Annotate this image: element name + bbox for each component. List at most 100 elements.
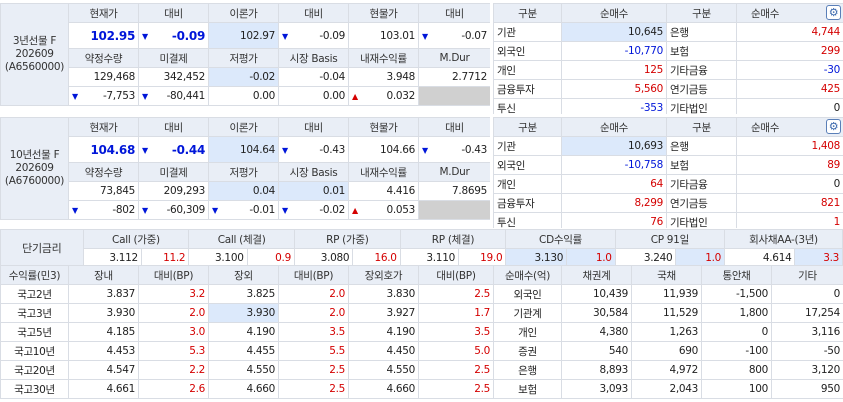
investor-net: 1,408 bbox=[736, 136, 843, 156]
col-header: 구분 bbox=[666, 117, 737, 137]
table-row: 국고2년 3.837 3.2 3.825 2.0 3.830 2.5 bbox=[0, 284, 493, 304]
modified-duration: 7.8695 bbox=[418, 181, 490, 201]
empty-cell bbox=[418, 86, 490, 106]
rate-change: 3.3 bbox=[794, 248, 843, 265]
yield-value: 3.930 bbox=[68, 303, 139, 323]
basis-change: ▼ -0.02 bbox=[278, 200, 349, 220]
spot-price: 104.66 bbox=[348, 136, 419, 163]
investor-net: 89 bbox=[736, 155, 843, 175]
col-header: 대비 bbox=[418, 3, 490, 23]
implied-yield: 4.416 bbox=[348, 181, 419, 201]
triangle-down-icon: ▼ bbox=[212, 206, 218, 215]
yield-change: 3.0 bbox=[138, 322, 209, 342]
investor-type: 기타금융 bbox=[666, 174, 737, 194]
col-header: 순매수 bbox=[561, 3, 667, 23]
col-header: 미결제 bbox=[138, 48, 209, 68]
investor-net: 76 bbox=[561, 212, 667, 228]
table-row: 국고3년 3.930 2.0 3.930 2.0 3.927 1.7 bbox=[0, 303, 493, 323]
col-header: 기타 bbox=[771, 265, 843, 285]
triangle-down-icon: ▼ bbox=[422, 145, 428, 155]
short-rates-label: 단기금리 bbox=[0, 229, 84, 265]
yield-value: 3.837 bbox=[68, 284, 139, 304]
investor-net: 299 bbox=[736, 41, 843, 61]
rate-value: 3.110 bbox=[399, 248, 459, 265]
col-header: 미결제 bbox=[138, 162, 209, 182]
futures-panel-10y: 10년선물 F 202609 (A6760000) 현재가 대비 이론가 대비 … bbox=[0, 117, 490, 228]
investor-net: 4,744 bbox=[736, 22, 843, 42]
open-interest-change: ▼ -60,309 bbox=[138, 200, 209, 220]
triangle-down-icon: ▼ bbox=[142, 92, 148, 101]
col-header: 현물가 bbox=[348, 117, 419, 137]
yield-change: 5.0 bbox=[418, 341, 493, 361]
col-header: 내재수익률 bbox=[348, 162, 419, 182]
col-header: 회사채AA-(3년) bbox=[724, 229, 843, 249]
col-header: 내재수익률 bbox=[348, 48, 419, 68]
col-header: 수익률(민3) bbox=[0, 265, 69, 285]
investor-type: 보험 bbox=[666, 155, 737, 175]
col-header: 현재가 bbox=[68, 3, 139, 23]
col-header: 약정수량 bbox=[68, 48, 139, 68]
net-value: 100 bbox=[701, 379, 772, 399]
triangle-down-icon: ▼ bbox=[282, 145, 288, 155]
yield-value: 4.190 bbox=[208, 322, 279, 342]
table-row: 국고10년 4.453 5.3 4.455 5.5 4.450 5.0 bbox=[0, 341, 493, 361]
investor-type: 기타금융 bbox=[666, 60, 737, 80]
net-value: 17,254 bbox=[771, 303, 843, 323]
investor-type: 기타법인 bbox=[666, 212, 737, 228]
investor-net: 8,299 bbox=[561, 193, 667, 213]
bond-name: 국고5년 bbox=[0, 322, 69, 342]
yield-value: 4.661 bbox=[68, 379, 139, 399]
volume: 73,845 bbox=[68, 181, 139, 201]
col-header: 대비 bbox=[418, 117, 490, 137]
col-header: 저평가 bbox=[208, 162, 279, 182]
net-value: 800 bbox=[701, 360, 772, 380]
col-header: 대비(BP) bbox=[418, 265, 493, 285]
net-value: 3,120 bbox=[771, 360, 843, 380]
futures-label: 10년선물 F 202609 (A6760000) bbox=[0, 117, 69, 220]
investor-net: 1 bbox=[736, 212, 843, 228]
col-header: CP 91일 bbox=[614, 229, 726, 249]
yield-change: 2.2 bbox=[138, 360, 209, 380]
open-interest: 342,452 bbox=[138, 67, 209, 87]
volume-change: ▼ -802 bbox=[68, 200, 139, 220]
yield-change: 3.2 bbox=[138, 284, 209, 304]
col-header: 구분 bbox=[493, 3, 562, 23]
bond-name: 국고30년 bbox=[0, 379, 69, 399]
bond-name: 국고20년 bbox=[0, 360, 69, 380]
col-header: 저평가 bbox=[208, 48, 279, 68]
current-change: ▼ -0.44 bbox=[138, 136, 209, 163]
rate-change: 0.9 bbox=[246, 248, 295, 265]
gear-icon[interactable]: ⚙ bbox=[826, 119, 841, 134]
net-value: 1,263 bbox=[631, 322, 702, 342]
investor-net: -10,770 bbox=[561, 41, 667, 61]
theoretical-change: ▼ -0.09 bbox=[278, 22, 349, 49]
col-header: Call (가중) bbox=[82, 229, 190, 249]
col-header: 현물가 bbox=[348, 3, 419, 23]
investor-type: 외국인 bbox=[493, 284, 562, 304]
investor-type: 투신 bbox=[493, 98, 562, 114]
gear-icon[interactable]: ⚙ bbox=[826, 5, 841, 20]
triangle-down-icon: ▼ bbox=[142, 206, 148, 215]
theoretical-price: 104.64 bbox=[208, 136, 279, 163]
rate-value: 3.240 bbox=[614, 248, 677, 265]
rate-value: 3.130 bbox=[505, 248, 568, 265]
investor-type: 은행 bbox=[493, 360, 562, 380]
yield-value: 4.450 bbox=[348, 341, 419, 361]
bond-name: 국고3년 bbox=[0, 303, 69, 323]
rate-change: 19.0 bbox=[457, 248, 507, 265]
empty-cell bbox=[418, 200, 490, 220]
yield-value: 4.185 bbox=[68, 322, 139, 342]
implied-yield-change: ▲ 0.053 bbox=[348, 200, 419, 220]
rate-value: 4.614 bbox=[723, 248, 796, 265]
spot-change: ▼ -0.07 bbox=[418, 22, 490, 49]
undervalued: -0.02 bbox=[208, 67, 279, 87]
investor-type: 개인 bbox=[493, 174, 562, 194]
investor-type: 기타법인 bbox=[666, 98, 737, 114]
futures-panel-3y: 3년선물 F 202609 (A6560000) 현재가 대비 이론가 대비 현… bbox=[0, 3, 490, 114]
table-row: 외국인 10,439 11,939 -1,500 0 bbox=[493, 284, 843, 304]
current-change: ▼ -0.09 bbox=[138, 22, 209, 49]
triangle-up-icon: ▲ bbox=[352, 92, 358, 101]
col-header: 이론가 bbox=[208, 3, 279, 23]
col-header: 대비 bbox=[278, 117, 349, 137]
table-row: 국고30년 4.661 2.6 4.660 2.5 4.660 2.5 bbox=[0, 379, 493, 399]
